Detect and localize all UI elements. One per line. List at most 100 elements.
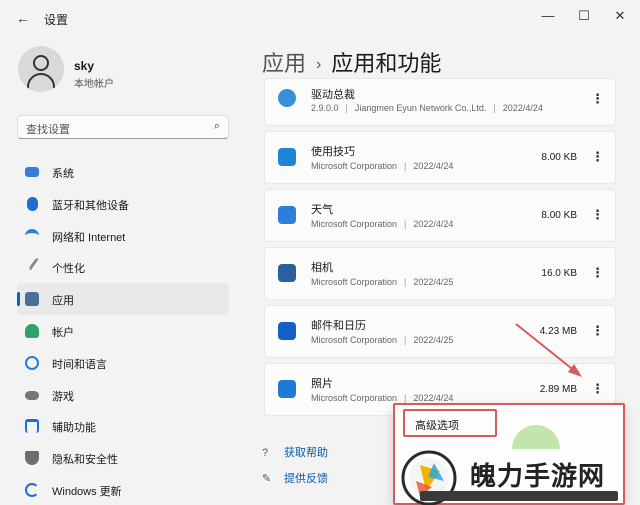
app-name: 使用技巧: [311, 146, 355, 158]
more-options-button[interactable]: ⋮: [591, 322, 604, 340]
more-options-button[interactable]: ⋮: [591, 206, 604, 224]
user-body-icon: [27, 73, 55, 92]
help-icon: ?: [262, 447, 269, 459]
sidebar-item-label: 辅助功能: [52, 422, 96, 435]
sidebar-item-label: 网络和 Internet: [52, 231, 126, 244]
app-card-mail-calendar: 邮件和日历 Microsoft Corporation | 2022/4/25 4.…: [264, 305, 616, 358]
sidebar-item-accounts[interactable]: 帐户: [17, 315, 229, 347]
app-name: 邮件和日历: [311, 320, 366, 332]
feedback-label: 提供反馈: [284, 473, 328, 485]
clock-globe-icon: [25, 355, 39, 370]
avatar[interactable]: [18, 46, 64, 92]
search-input[interactable]: 查找设置 ⌕: [17, 115, 229, 139]
sidebar-item-privacy[interactable]: 隐私和安全性: [17, 442, 229, 474]
more-options-button[interactable]: ⋮: [591, 264, 604, 282]
app-meta: Microsoft Corporation | 2022/4/24: [311, 161, 454, 171]
sidebar: 系统 蓝牙和其他设备 网络和 Internet 个性化 应用 帐户 时间和语言 …: [17, 156, 229, 505]
watermark-text: 魄力手游网: [470, 461, 606, 491]
accessibility-icon: [25, 419, 39, 434]
sidebar-item-label: Windows 更新: [52, 485, 122, 498]
sidebar-item-apps[interactable]: 应用: [17, 283, 229, 315]
bluetooth-icon: [27, 196, 38, 211]
breadcrumb: 应用 › 应用和功能: [262, 46, 441, 78]
app-publisher: Microsoft Corporation: [311, 335, 398, 345]
sidebar-item-windows-update[interactable]: Windows 更新: [17, 474, 229, 505]
sidebar-item-network[interactable]: 网络和 Internet: [17, 220, 229, 252]
driver-icon: [278, 89, 296, 107]
app-meta: Microsoft Corporation | 2022/4/24: [311, 393, 454, 403]
breadcrumb-parent[interactable]: 应用: [262, 51, 306, 76]
search-placeholder: 查找设置: [26, 124, 70, 136]
feedback-icon: ✎: [262, 473, 272, 485]
app-name: 天气: [311, 204, 333, 216]
watermark-strip: [420, 491, 618, 501]
app-meta: Microsoft Corporation | 2022/4/25: [311, 335, 454, 345]
gamepad-icon: [25, 390, 39, 400]
app-date: 2022/4/24: [413, 161, 454, 171]
sidebar-item-personalization[interactable]: 个性化: [17, 251, 229, 283]
get-help-label: 获取帮助: [284, 447, 328, 459]
more-options-button[interactable]: ⋮: [591, 380, 604, 398]
mail-icon: [278, 322, 296, 340]
close-button[interactable]: ✕: [608, 6, 632, 26]
sidebar-item-label: 应用: [52, 295, 74, 308]
app-size: 4.23 MB: [539, 326, 577, 337]
app-size: 2.89 MB: [539, 384, 577, 395]
app-version: 2.9.0.0: [311, 103, 339, 113]
app-name: 相机: [311, 262, 333, 274]
app-size: 8.00 KB: [541, 210, 577, 221]
title-bar: ← 设置 — ☐ ✕: [0, 0, 640, 36]
app-meta: 2.9.0.0 | Jiangmen Eyun Network Co.,Ltd. | 2…: [311, 103, 543, 113]
account-icon: [25, 323, 39, 338]
search-icon[interactable]: ⌕: [214, 120, 220, 133]
sidebar-item-time-language[interactable]: 时间和语言: [17, 347, 229, 379]
account-type: 本地帐户: [74, 79, 114, 90]
back-button[interactable]: ←: [14, 9, 32, 27]
advanced-options-menu-item[interactable]: 高级选项: [403, 409, 497, 437]
app-name: 照片: [311, 378, 333, 390]
user-name: sky: [74, 59, 95, 73]
photos-icon: [278, 380, 296, 398]
sidebar-item-label: 个性化: [52, 263, 85, 276]
sidebar-item-label: 蓝牙和其他设备: [52, 199, 129, 212]
menu-item-label: 高级选项: [415, 420, 459, 432]
user-head-icon: [33, 55, 49, 71]
sidebar-item-gaming[interactable]: 游戏: [17, 379, 229, 411]
camera-icon: [278, 264, 296, 282]
more-options-button[interactable]: ⋮: [591, 148, 604, 166]
app-size: 16.0 KB: [541, 268, 577, 279]
sidebar-item-bluetooth[interactable]: 蓝牙和其他设备: [17, 188, 229, 220]
lightbulb-icon: [278, 148, 296, 166]
app-card-weather: 天气 Microsoft Corporation | 2022/4/24 8.00 …: [264, 189, 616, 242]
app-publisher: Jiangmen Eyun Network Co.,Ltd.: [354, 103, 487, 113]
app-publisher: Microsoft Corporation: [311, 393, 398, 403]
sidebar-item-label: 游戏: [52, 390, 74, 403]
app-publisher: Microsoft Corporation: [311, 277, 398, 287]
app-publisher: Microsoft Corporation: [311, 219, 398, 229]
app-date: 2022/4/24: [413, 219, 454, 229]
weather-icon: [278, 206, 296, 224]
app-meta: Microsoft Corporation | 2022/4/25: [311, 277, 454, 287]
app-date: 2022/4/25: [413, 277, 454, 287]
breadcrumb-separator: ›: [316, 56, 322, 73]
sidebar-item-label: 隐私和安全性: [52, 454, 118, 467]
sidebar-item-label: 系统: [52, 168, 74, 180]
minimize-button[interactable]: —: [536, 6, 560, 26]
sidebar-item-system[interactable]: 系统: [17, 156, 229, 188]
get-help-link[interactable]: ? 获取帮助: [262, 444, 328, 460]
app-meta: Microsoft Corporation | 2022/4/24: [311, 219, 454, 229]
sidebar-item-accessibility[interactable]: 辅助功能: [17, 410, 229, 442]
more-options-button[interactable]: ⋮: [591, 90, 604, 108]
brush-icon: [28, 257, 48, 278]
feedback-link[interactable]: ✎ 提供反馈: [262, 470, 328, 486]
maximize-button[interactable]: ☐: [572, 6, 596, 26]
app-date: 2022/4/24: [413, 393, 454, 403]
sidebar-item-label: 帐户: [52, 326, 74, 339]
sidebar-item-label: 时间和语言: [52, 358, 107, 371]
app-size: 8.00 KB: [541, 152, 577, 163]
apps-icon: [25, 292, 39, 307]
app-card-tips: 使用技巧 Microsoft Corporation | 2022/4/24 8.0…: [264, 131, 616, 184]
window-title: 设置: [44, 13, 69, 27]
app-card-driver: 驱动总裁 2.9.0.0 | Jiangmen Eyun Network Co.,L…: [264, 78, 616, 126]
wifi-icon: [25, 228, 39, 239]
